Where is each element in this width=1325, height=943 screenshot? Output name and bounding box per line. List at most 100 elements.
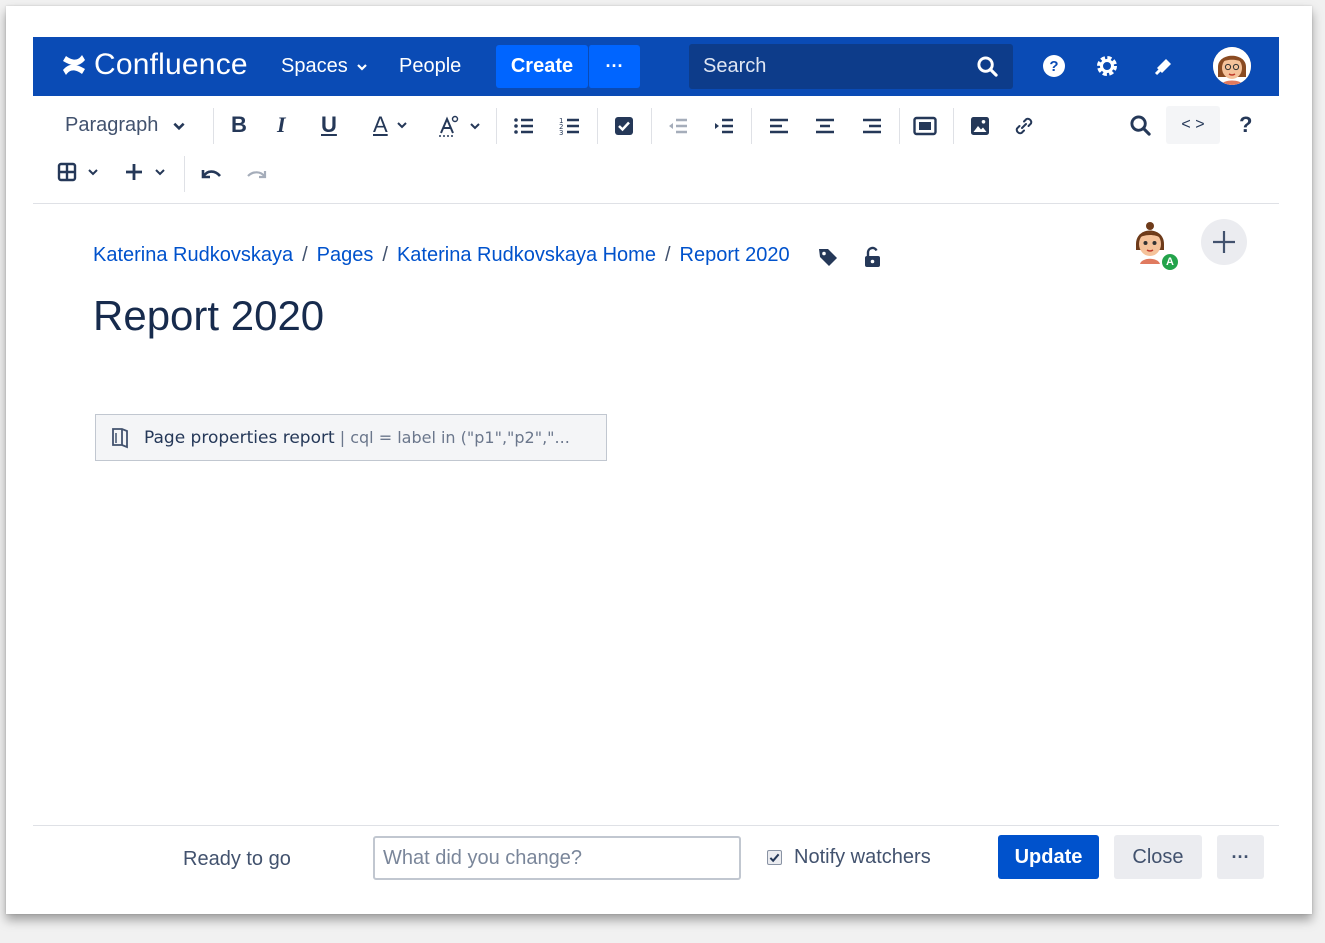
chevron-down-icon — [88, 169, 98, 176]
text-format-dropdown[interactable] — [437, 114, 481, 138]
breadcrumb-item[interactable]: Katerina Rudkovskaya — [93, 244, 293, 267]
toolbar-divider — [213, 108, 214, 144]
toolbar-divider — [496, 108, 497, 144]
bullet-list-icon — [514, 118, 533, 134]
user-avatar[interactable] — [1213, 47, 1251, 85]
insert-more-dropdown[interactable] — [124, 162, 166, 182]
table-icon — [57, 162, 77, 182]
redo-button[interactable] — [245, 164, 269, 184]
create-more-button[interactable]: ··· — [588, 45, 640, 88]
svg-text:?: ? — [1049, 58, 1058, 75]
notifications-icon[interactable] — [1152, 54, 1176, 78]
breadcrumb-separator: / — [664, 244, 671, 266]
align-right-button[interactable] — [861, 115, 883, 137]
underline-button[interactable]: U — [321, 112, 337, 138]
checkmark-icon — [769, 853, 780, 863]
chevron-down-icon — [173, 122, 185, 130]
chevron-down-icon — [396, 122, 407, 129]
notify-watchers[interactable]: Notify watchers — [767, 846, 931, 869]
checkbox-icon — [615, 117, 633, 135]
layout-icon — [913, 116, 937, 136]
align-center-button[interactable] — [814, 115, 836, 137]
toolbar-divider — [184, 156, 185, 192]
outdent-button[interactable] — [667, 115, 689, 137]
notify-watchers-label: Notify watchers — [794, 846, 931, 868]
people-link[interactable]: People — [399, 55, 461, 78]
find-replace-button[interactable] — [1129, 114, 1152, 137]
spaces-label: Spaces — [281, 55, 348, 77]
redo-icon — [247, 171, 267, 179]
source-editor-button[interactable]: < > — [1166, 106, 1220, 144]
page-properties-report-macro[interactable]: Page properties report | cql = label in … — [95, 414, 607, 461]
more-options-button[interactable]: ··· — [1217, 835, 1264, 879]
chevron-down-icon — [470, 123, 480, 130]
update-button[interactable]: Update — [998, 835, 1099, 879]
indent-button[interactable] — [713, 115, 735, 137]
toolbar-divider — [597, 108, 598, 144]
editor-footer: Ready to go Notify watchers Update Close… — [33, 825, 1279, 895]
outdent-icon — [669, 118, 687, 134]
text-color-label: A — [373, 112, 388, 137]
top-navigation: Confluence Spaces People Create ··· ? — [33, 37, 1279, 96]
invite-collaborator-button[interactable] — [1201, 219, 1247, 265]
image-icon — [971, 117, 989, 135]
align-center-icon — [816, 118, 834, 134]
macro-parameters: | cql = label in ("p1","p2","... — [339, 427, 570, 447]
macro-name: Page properties report — [144, 427, 335, 448]
numbered-list-icon: 1 2 3 — [559, 117, 579, 137]
spaces-menu[interactable]: Spaces — [281, 55, 368, 78]
breadcrumb-item[interactable]: Report 2020 — [680, 244, 790, 267]
indent-icon — [715, 118, 733, 134]
breadcrumb: Katerina Rudkovskaya / Pages / Katerina … — [93, 244, 790, 267]
undo-button[interactable] — [199, 164, 223, 184]
breadcrumb-item[interactable]: Pages — [317, 244, 374, 267]
align-left-button[interactable] — [768, 115, 790, 137]
people-label: People — [399, 55, 462, 77]
notify-watchers-checkbox[interactable] — [767, 850, 782, 865]
align-left-icon — [770, 118, 788, 134]
italic-button[interactable]: I — [277, 112, 286, 138]
toolbar-divider — [953, 108, 954, 144]
plus-icon — [126, 164, 142, 180]
change-comment-input[interactable] — [373, 836, 741, 880]
chevron-down-icon — [155, 169, 165, 176]
toolbar-divider — [899, 108, 900, 144]
align-right-icon — [863, 118, 881, 134]
bold-button[interactable]: B — [231, 112, 247, 138]
insert-image-button[interactable] — [969, 115, 991, 137]
search-input[interactable] — [689, 44, 1013, 89]
bullet-list-button[interactable] — [513, 115, 535, 137]
breadcrumb-separator: / — [302, 244, 308, 266]
label-icon[interactable] — [817, 246, 839, 268]
page-title[interactable]: Report 2020 — [93, 292, 324, 340]
close-button[interactable]: Close — [1114, 835, 1202, 879]
insert-table-dropdown[interactable] — [57, 162, 99, 182]
page-properties-icon — [112, 427, 128, 448]
numbered-list-button[interactable]: 1 2 3 — [559, 115, 581, 137]
search-icon[interactable] — [976, 55, 999, 78]
chevron-down-icon — [356, 63, 367, 71]
breadcrumb-separator: / — [382, 244, 388, 266]
logo-text: Confluence — [94, 48, 248, 81]
toolbar-divider — [751, 108, 752, 144]
create-button[interactable]: Create — [496, 45, 588, 88]
search-icon — [1130, 115, 1151, 136]
undo-icon — [201, 170, 221, 179]
settings-icon[interactable] — [1095, 54, 1119, 78]
task-list-button[interactable] — [613, 115, 635, 137]
toolbar-divider — [651, 108, 652, 144]
text-color-dropdown[interactable]: A — [373, 112, 408, 138]
breadcrumb-item[interactable]: Katerina Rudkovskaya Home — [397, 244, 656, 267]
plus-icon — [1213, 231, 1235, 253]
confluence-logo[interactable]: Confluence — [61, 47, 248, 83]
svg-text:3: 3 — [559, 129, 563, 137]
insert-link-button[interactable] — [1013, 115, 1035, 137]
status-text: Ready to go — [183, 848, 291, 870]
help-button[interactable]: ? — [1239, 112, 1252, 138]
help-icon[interactable]: ? — [1042, 54, 1066, 78]
page-layout-button[interactable] — [913, 115, 937, 137]
confluence-logo-icon — [63, 55, 85, 75]
unlock-icon[interactable] — [863, 246, 883, 268]
link-icon — [1015, 117, 1033, 135]
paragraph-style-dropdown[interactable]: Paragraph — [65, 114, 186, 137]
